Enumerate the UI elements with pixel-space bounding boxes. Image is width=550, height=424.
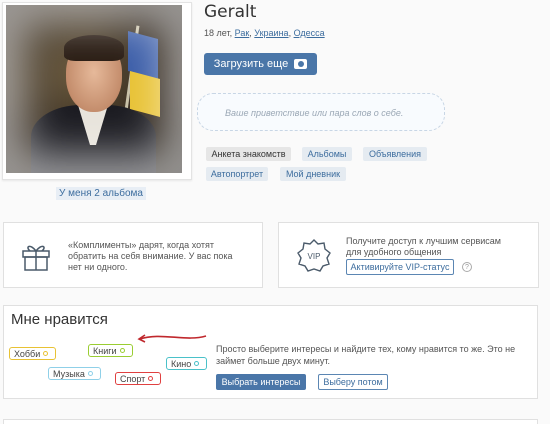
zodiac-link[interactable]: Рак [235, 28, 250, 38]
activate-vip-button[interactable]: Активируйте VIP-статус [346, 259, 454, 275]
likes-title: Мне нравится [11, 311, 108, 328]
vip-text: Получите доступ к лучшим сервисам для уд… [346, 236, 501, 257]
interest-books[interactable]: Книги [88, 344, 133, 357]
tab-albums[interactable]: Альбомы [302, 147, 352, 161]
upload-photo-label: Загрузить еще [213, 58, 289, 70]
choose-interests-button[interactable]: Выбрать интересы [216, 374, 306, 390]
interest-hobby[interactable]: Хобби [9, 347, 57, 360]
arrow-icon [137, 334, 207, 343]
interest-sport[interactable]: Спорт [115, 372, 162, 385]
country-link[interactable]: Украина [254, 28, 288, 38]
interest-label: Спорт [120, 373, 146, 384]
next-card [3, 419, 538, 424]
profile-age: 18 лет, [204, 28, 233, 38]
upload-photo-button[interactable]: Загрузить еще [204, 53, 317, 75]
vip-badge-text: VIP [308, 252, 321, 261]
interest-label: Книги [93, 345, 117, 356]
tab-my-diary[interactable]: Мой дневник [280, 167, 346, 181]
interest-label: Кино [171, 358, 192, 369]
tab-dating-profile[interactable]: Анкета знакомств [206, 147, 291, 161]
vip-badge-icon: VIP [297, 239, 331, 272]
city-link[interactable]: Одесса [294, 28, 325, 38]
interest-music[interactable]: Музыка [48, 367, 101, 380]
likes-text: Просто выберите интересы и найдите тех, … [216, 344, 516, 366]
profile-name: Geralt [204, 2, 257, 22]
profile-photo[interactable] [6, 5, 182, 173]
gift-icon [22, 245, 50, 271]
camera-icon [294, 59, 308, 69]
compliments-text: «Комплименты» дарят, когда хотят обратит… [68, 240, 233, 272]
greeting-placeholder: Ваше приветствие или пара слов о себе. [225, 108, 404, 118]
interest-movies[interactable]: Кино [166, 357, 208, 370]
help-icon[interactable]: ? [462, 262, 472, 272]
profile-meta: 18 лет, Рак, Украина, Одесса [204, 28, 325, 38]
tab-ads[interactable]: Объявления [363, 147, 427, 161]
tab-self-portrait[interactable]: Автопортрет [206, 167, 268, 181]
interest-label: Музыка [53, 368, 85, 379]
choose-later-button[interactable]: Выберу потом [318, 374, 388, 390]
interest-label: Хобби [14, 348, 41, 359]
albums-link[interactable]: У меня 2 альбома [56, 187, 146, 200]
